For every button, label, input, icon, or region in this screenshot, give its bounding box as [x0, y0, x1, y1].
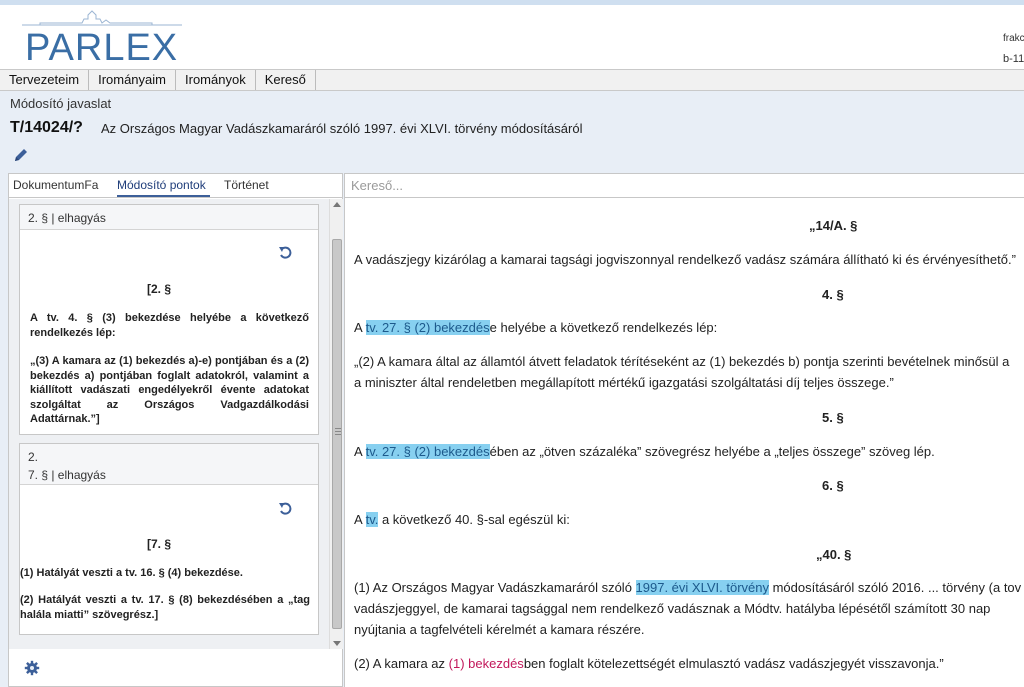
undo-icon[interactable] [278, 501, 294, 517]
document-search-input[interactable] [345, 174, 1024, 198]
section-heading: 5. § [822, 410, 844, 425]
paragraph: (2) A kamara az (1) bekezdésben foglalt … [354, 653, 944, 674]
document-view: „14/A. § A vadászjegy kizárólag a kamara… [344, 173, 1024, 687]
section-heading: „40. § [816, 547, 852, 562]
bill-title: Az Országos Magyar Vadászkamaráról szóló… [101, 121, 583, 136]
amendment-intro: A tv. 4. § (3) bekezdése helyébe a követ… [30, 312, 309, 339]
panel-tabs: DokumentumFa Módosító pontok Történet [9, 174, 342, 198]
paragraph-text: ben foglalt kötelezettségét elmulasztó v… [523, 656, 944, 671]
paragraph-text: e helyébe a következő rendelkezés lép: [489, 320, 718, 335]
law-reference-link[interactable]: tv. 27. § (2) bekezdés [365, 444, 490, 459]
amendment-heading: [2. § [146, 282, 171, 296]
tab-modosito-pontok[interactable]: Módosító pontok [117, 178, 206, 192]
logo-text: PARLEX [25, 27, 179, 69]
paragraph-text: A [354, 320, 366, 335]
undo-icon[interactable] [278, 245, 294, 261]
amendment-list-scrollbar[interactable] [329, 199, 343, 649]
paragraph-text: (1) Az Országos Magyar Vadászkamaráról s… [354, 580, 636, 595]
amendment-card-header: 2. § | elhagyás [20, 205, 318, 230]
amendment-card: 2. 7. § | elhagyás [7. § (1) Hatályát ve… [19, 443, 319, 635]
amendment-body: „(3) A kamara az (1) bekezdés a)-e) pont… [30, 355, 309, 425]
paragraph: „(2) A kamara által az államtól átvett f… [354, 354, 1010, 369]
internal-reference-link[interactable]: (1) bekezdés [449, 656, 524, 671]
paragraph-text: módosításáról szóló 2016. ... törvény (a… [768, 580, 1022, 595]
paragraph: A vadászjegy kizárólag a kamarai tagsági… [354, 252, 1016, 267]
paragraph: nyújtania a tagfelvételi kérelmét a kama… [354, 622, 645, 637]
tab-tortenet[interactable]: Történet [224, 178, 269, 192]
app-header: PARLEX frakc b-11 [0, 5, 1024, 69]
paragraph: A tv. 27. § (2) bekezdésében az „ötven s… [354, 441, 935, 462]
user-info-line2: b-11 [1003, 53, 1024, 65]
paragraph: vadászjeggyel, de kamarai tagsággal nem … [354, 601, 991, 616]
law-reference-link[interactable]: tv. 27. § (2) bekezdés [365, 320, 490, 335]
law-reference-link[interactable]: tv. [365, 512, 379, 527]
paragraph: A tv. a következő 40. §-sal egészül ki: [354, 509, 570, 530]
amendment-list: 2. § | elhagyás [2. § A tv. 4. § (3) bek… [9, 199, 329, 649]
paragraph: (1) Az Országos Magyar Vadászkamaráról s… [354, 577, 1021, 598]
paragraph-text: A [354, 512, 366, 527]
scroll-up-icon[interactable] [333, 202, 341, 207]
amendment-line: (1) Hatályát veszti a tv. 16. § (4) beke… [20, 567, 243, 579]
amendment-heading: [7. § [146, 537, 171, 551]
section-heading: 4. § [822, 287, 844, 302]
menu-item-tervezeteim[interactable]: Tervezeteim [0, 70, 90, 90]
page-kind: Módosító javaslat [10, 96, 112, 111]
paragraph-text: a következő 40. §-sal egészül ki: [378, 512, 570, 527]
tab-dokumentumfa[interactable]: DokumentumFa [13, 178, 98, 192]
menu-item-kereso[interactable]: Kereső [256, 70, 316, 90]
amendments-panel: DokumentumFa Módosító pontok Történet 2.… [8, 173, 343, 687]
amendment-card: 2. § | elhagyás [2. § A tv. 4. § (3) bek… [19, 204, 319, 435]
scrollbar-thumb[interactable] [332, 239, 342, 629]
active-tab-indicator [117, 195, 210, 197]
main-menu: Tervezeteim Irományaim Irományok Kereső [0, 69, 1024, 91]
paragraph-text: ében az „ötven százaléka” szövegrész hel… [489, 444, 935, 459]
edit-icon[interactable] [12, 146, 30, 164]
paragraph-text: A [354, 444, 366, 459]
amendment-line: (2) Hatályát veszti a tv. 17. § (8) beke… [20, 594, 310, 621]
paragraph: A tv. 27. § (2) bekezdése helyébe a köve… [354, 317, 717, 338]
amendment-card-header: 2. 7. § | elhagyás [20, 444, 318, 485]
menu-item-iromanyok[interactable]: Irományok [176, 70, 256, 90]
section-heading: „14/A. § [809, 218, 858, 233]
amendment-number: 2. [28, 450, 39, 464]
paragraph: a miniszter által rendeletben megállapít… [354, 375, 894, 390]
user-info-line1: frakc [1003, 33, 1024, 44]
gear-icon[interactable] [24, 660, 40, 676]
amendment-section: 7. § | elhagyás [28, 468, 106, 482]
section-heading: 6. § [822, 478, 844, 493]
paragraph-text: (2) A kamara az [354, 656, 449, 671]
scroll-down-icon[interactable] [333, 641, 341, 646]
law-reference-link[interactable]: 1997. évi XLVI. törvény [635, 580, 769, 595]
menu-item-iromanyaim[interactable]: Irományaim [89, 70, 176, 90]
bill-id: T/14024/? [10, 119, 83, 136]
scroll-grip-icon [335, 428, 341, 429]
